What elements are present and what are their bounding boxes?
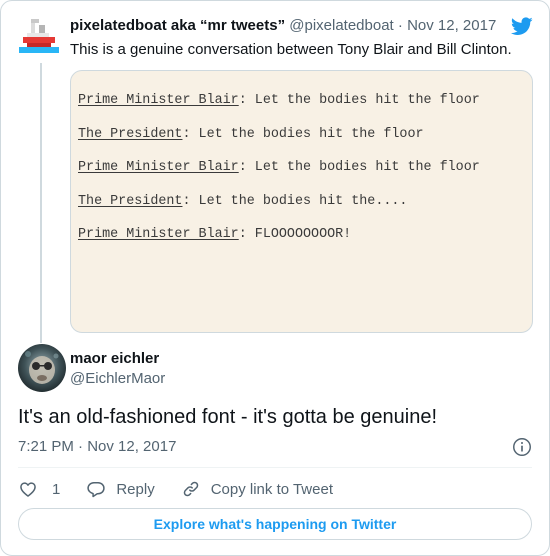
script-speaker: Prime Minister Blair [78,93,239,108]
reply-bubble-icon [87,482,106,498]
script-dialogue: : Let the bodies hit the floor [182,126,424,142]
avatar[interactable] [18,344,66,392]
script-speaker: Prime Minister Blair [78,227,239,242]
script-speaker: The President [78,126,183,142]
script-line: Prime Minister Blair: FLOOOOOOOOR! [78,225,480,259]
parent-author-name[interactable]: pixelatedboat aka “mr tweets” [70,17,285,34]
script-dialogue: : Let the bodies hit the floor [238,93,480,108]
script-dialogue: : Let the bodies hit the floor [238,160,480,175]
reply-label: Reply [116,480,155,498]
tweet-actions: 1 Reply Copy link to Tweet [18,478,359,500]
copy-link-button[interactable]: Copy link to Tweet [181,479,333,499]
heart-icon [20,482,36,497]
info-icon[interactable] [511,436,533,458]
script-speaker: The President [78,193,183,209]
script-dialogue: : FLOOOOOOOOR! [238,227,352,242]
explore-twitter-button[interactable]: Explore what's happening on Twitter [18,508,532,540]
reply-button[interactable]: Reply [86,479,155,499]
like-button[interactable]: 1 [18,479,60,499]
link-icon [183,481,198,497]
script-line: Prime Minister Blair: Let the bodies hit… [78,91,480,125]
author-name[interactable]: maor eichler [70,350,159,368]
parent-tweet-header: pixelatedboat aka “mr tweets” @pixelated… [70,17,530,35]
copy-link-label: Copy link to Tweet [210,480,333,498]
parent-separator: · [397,17,403,34]
parent-date[interactable]: Nov 12, 2017 [407,17,496,34]
script-line: Prime Minister Blair: Let the bodies hit… [78,158,480,192]
tweet-media-image[interactable]: Prime Minister Blair: Let the bodies hit… [70,70,533,333]
twitter-bird-icon[interactable] [511,15,533,37]
author-handle[interactable]: @EichlerMaor [70,370,165,388]
script-text: Prime Minister Blair: Let the bodies hit… [78,91,480,259]
script-dialogue: : Let the bodies hit the.... [182,193,408,209]
parent-author-handle[interactable]: @pixelatedboat [289,17,393,34]
parent-tweet-text: This is a genuine conversation between T… [70,41,512,58]
profile-photo-icon [18,344,66,392]
script-speaker: Prime Minister Blair [78,160,239,175]
script-line: The President: Let the bodies hit the...… [78,192,480,226]
tweet-text: It's an old-fashioned font - it's gotta … [18,406,438,428]
embedded-tweet-card: pixelatedboat aka “mr tweets” @pixelated… [0,0,550,556]
pixel-boat-avatar-icon[interactable] [19,15,59,55]
divider [18,467,532,468]
thread-line [40,63,42,343]
tweet-timestamp[interactable]: 7:21 PM · Nov 12, 2017 [18,438,176,456]
like-count: 1 [52,480,61,498]
script-line: The President: Let the bodies hit the fl… [78,125,480,159]
